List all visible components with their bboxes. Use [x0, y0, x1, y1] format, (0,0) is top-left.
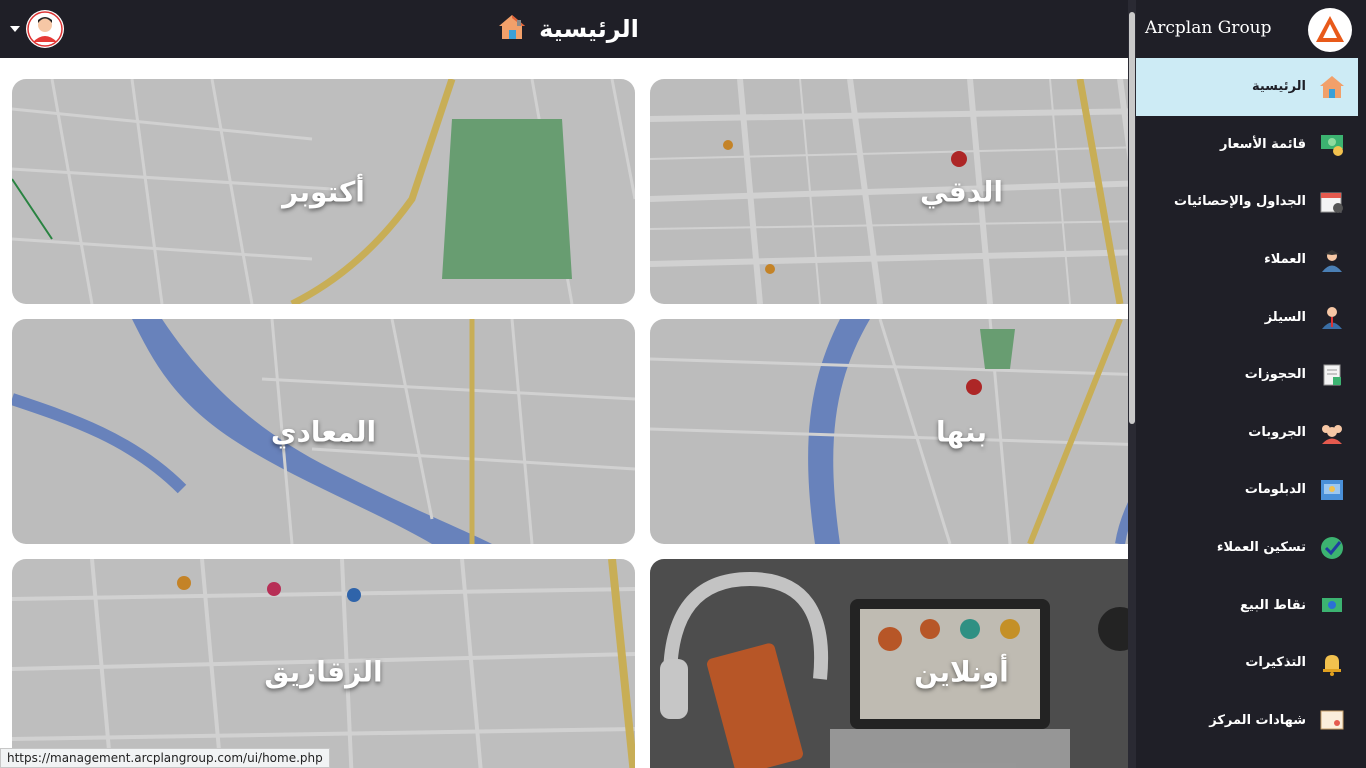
sidebar-item-price-list[interactable]: قائمة الأسعار [1136, 116, 1358, 174]
chevron-down-icon [10, 26, 20, 32]
sidebar-item-sales[interactable]: السيلز [1136, 288, 1358, 346]
sidebar-item-diplomas[interactable]: الدبلومات [1136, 461, 1358, 519]
clients-icon [1318, 246, 1346, 274]
sidebar-item-home[interactable]: الرئيسية [1136, 58, 1358, 116]
sidebar-item-label: الدبلومات [1244, 482, 1306, 498]
sidebar-item-point-of-sale[interactable]: نقاط البيع [1136, 576, 1358, 634]
sidebar-item-label: التذكيرات [1245, 655, 1306, 671]
scrollbar-thumb[interactable] [1129, 12, 1135, 424]
sidebar-item-label: السيلز [1264, 309, 1306, 325]
sidebar-item-label: نقاط البيع [1240, 597, 1306, 613]
sidebar-scrollbar[interactable] [1128, 0, 1136, 768]
card-label: الدقي [920, 175, 1003, 208]
sidebar-item-certificates[interactable]: شهادات المركز [1136, 692, 1358, 750]
card-label: المعادي [270, 415, 377, 448]
card-label: أونلاين [914, 655, 1009, 688]
reminders-icon [1318, 649, 1346, 677]
card-label: الزقازيق [264, 655, 383, 688]
user-avatar-icon [26, 10, 64, 48]
sidebar-item-label: الحجوزات [1244, 367, 1306, 383]
calendar-stats-icon [1318, 188, 1346, 216]
point-of-sale-icon [1318, 591, 1346, 619]
card-label: بنها [936, 415, 987, 448]
sidebar-item-label: العملاء [1264, 252, 1306, 268]
sidebar-item-schedules-stats[interactable]: الجداول والإحصائيات [1136, 173, 1358, 231]
user-menu[interactable] [10, 10, 64, 48]
arcplan-logo-icon [1308, 8, 1352, 52]
sidebar: Arcplan Group الرئيسية قائمة الأسعار الج… [1128, 0, 1366, 768]
sidebar-item-client-placement[interactable]: تسكين العملاء [1136, 519, 1358, 577]
sidebar-item-reminders[interactable]: التذكيرات [1136, 634, 1358, 692]
sidebar-item-label: شهادات المركز [1209, 712, 1306, 728]
sidebar-item-clients[interactable]: العملاء [1136, 231, 1358, 289]
sidebar-item-groups[interactable]: الجروبات [1136, 404, 1358, 462]
sidebar-item-label: الرئيسية [1251, 79, 1306, 95]
card-zagazig[interactable]: الزقازيق [12, 559, 635, 768]
sidebar-item-bookings[interactable]: الحجوزات [1136, 346, 1358, 404]
brand-name: Arcplan Group [1145, 18, 1272, 38]
top-bar: الرئيسية [0, 0, 1136, 58]
brand-header: Arcplan Group [1128, 0, 1366, 58]
card-october[interactable]: أكتوبر [12, 79, 635, 304]
sidebar-item-label: الجداول والإحصائيات [1174, 194, 1306, 210]
card-maadi[interactable]: المعادي [12, 319, 635, 544]
groups-icon [1318, 418, 1346, 446]
branches-grid: الدقي أكتوبر بنها المعادي أونلاين الزقاز… [0, 58, 1136, 768]
diplomas-icon [1318, 476, 1346, 504]
bookings-icon [1318, 361, 1346, 389]
home-icon [1318, 73, 1346, 101]
price-list-icon [1318, 130, 1346, 158]
browser-status-url: https://management.arcplangroup.com/ui/h… [0, 748, 330, 768]
sidebar-item-label: قائمة الأسعار [1219, 136, 1306, 152]
sales-icon [1318, 303, 1346, 331]
sidebar-item-label: الجروبات [1248, 424, 1306, 440]
home-icon [497, 12, 527, 46]
page-title-group: الرئيسية [0, 0, 1136, 58]
sidebar-item-label: تسكين العملاء [1216, 540, 1306, 556]
page-title: الرئيسية [539, 15, 639, 43]
client-placement-icon [1318, 534, 1346, 562]
card-label: أكتوبر [282, 175, 365, 208]
card-online[interactable]: أونلاين [650, 559, 1136, 768]
card-banha[interactable]: بنها [650, 319, 1136, 544]
card-dokki[interactable]: الدقي [650, 79, 1136, 304]
sidebar-menu: الرئيسية قائمة الأسعار الجداول والإحصائي… [1136, 58, 1358, 749]
certificates-icon [1318, 706, 1346, 734]
